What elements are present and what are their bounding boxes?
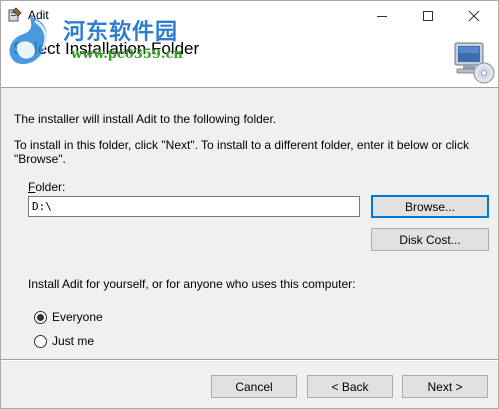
instructions-text: To install in this folder, click "Next".… xyxy=(14,138,469,166)
computer-cd-icon xyxy=(454,42,495,84)
page-title: Select Installation Folder xyxy=(13,39,200,58)
back-button[interactable]: < Back xyxy=(307,375,393,398)
folder-label-text: older: xyxy=(35,180,66,194)
maximize-icon xyxy=(423,11,433,21)
installer-window: Adit Select Installation Folder 河东软件园 ww… xyxy=(0,0,499,409)
intro-text: The installer will install Adit to the f… xyxy=(14,112,277,126)
radio-everyone[interactable]: Everyone xyxy=(34,310,103,324)
radio-everyone-circle[interactable] xyxy=(34,310,47,324)
minimize-button[interactable] xyxy=(359,1,405,31)
title-bar[interactable]: Adit xyxy=(1,1,498,31)
install-scope-label: Install Adit for yourself, or for anyone… xyxy=(28,277,356,291)
radio-just-me[interactable]: Just me xyxy=(34,334,94,348)
close-button[interactable] xyxy=(451,1,497,31)
cancel-button[interactable]: Cancel xyxy=(211,375,297,398)
footer-divider-highlight xyxy=(1,360,498,361)
minimize-icon xyxy=(377,15,387,17)
installer-app-icon xyxy=(8,7,22,22)
disk-cost-button[interactable]: Disk Cost... xyxy=(371,228,489,251)
next-button[interactable]: Next > xyxy=(402,375,488,398)
radio-everyone-label: Everyone xyxy=(52,310,103,324)
window-title: Adit xyxy=(28,8,49,22)
browse-button[interactable]: Browse... xyxy=(371,195,489,218)
folder-label: Folder: xyxy=(28,180,65,194)
close-icon xyxy=(468,10,480,22)
radio-just-me-label: Just me xyxy=(52,334,95,348)
maximize-button[interactable] xyxy=(405,1,451,31)
banner: Select Installation Folder 河东软件园 www.pc0… xyxy=(1,17,498,88)
radio-just-me-circle[interactable] xyxy=(34,334,47,348)
folder-path-input[interactable]: D:\ xyxy=(28,196,360,217)
dialog-content: The installer will install Adit to the f… xyxy=(1,89,498,359)
